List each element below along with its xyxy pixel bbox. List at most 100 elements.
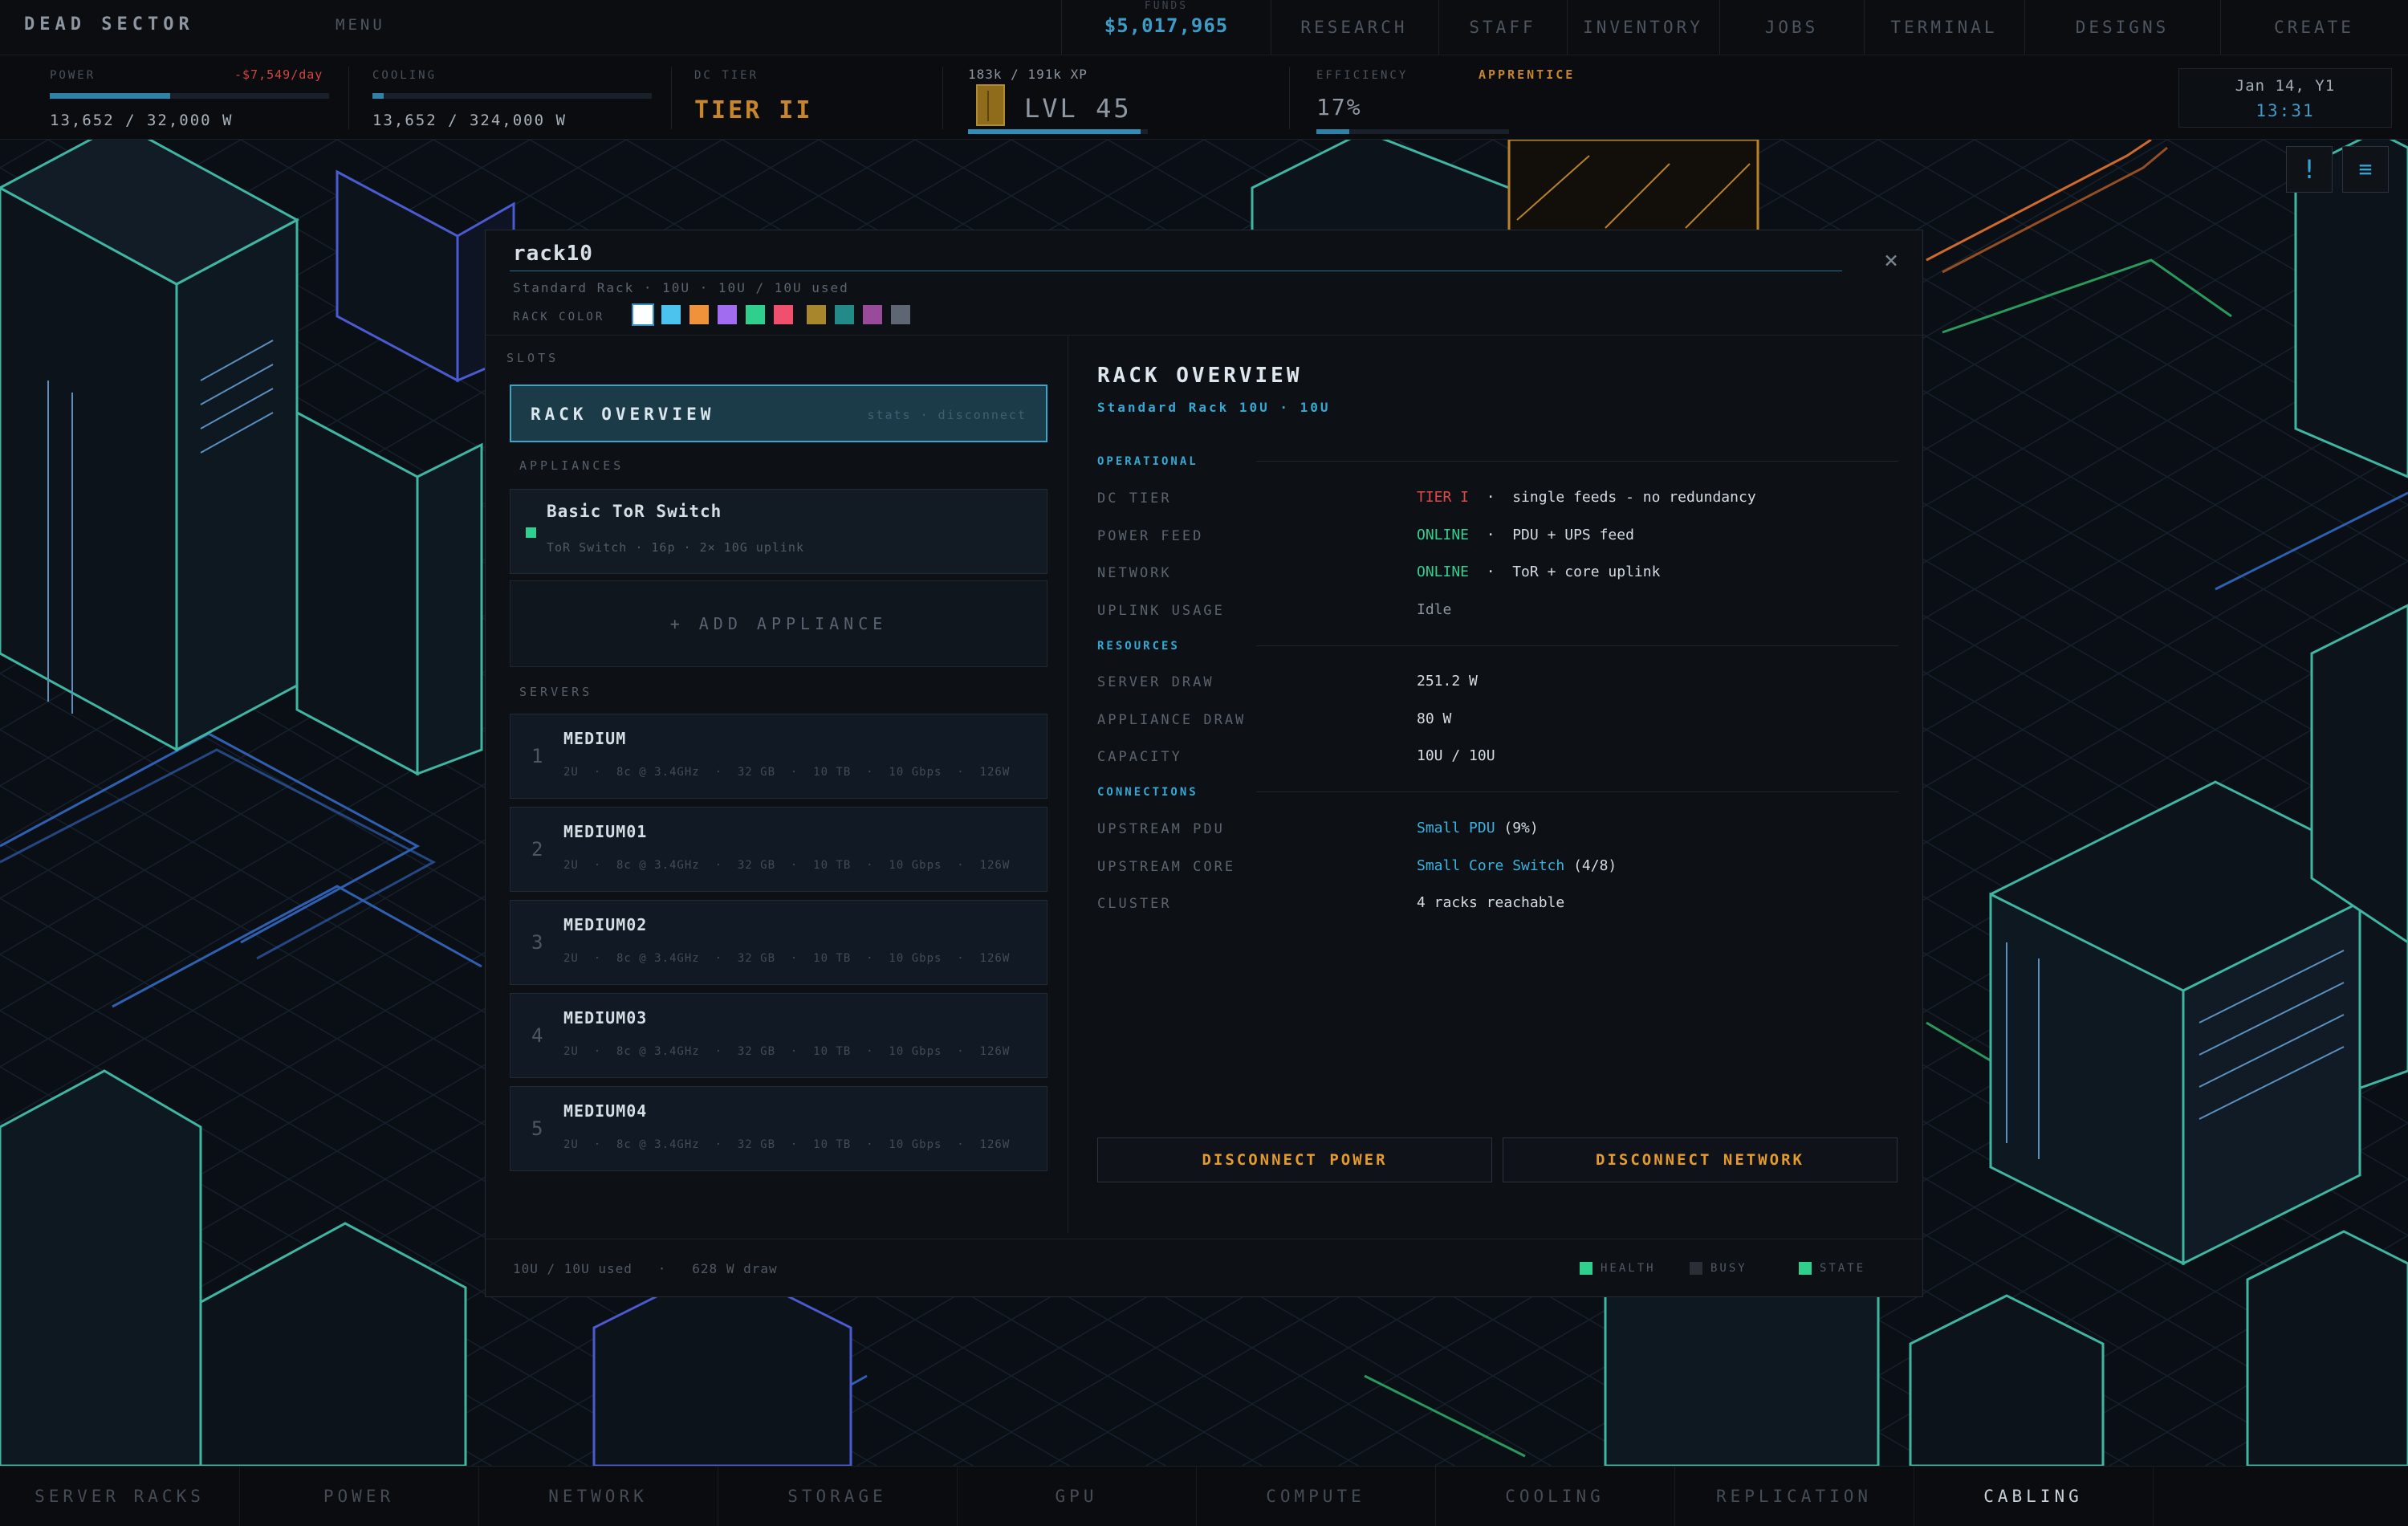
slot-number: 3 [531, 931, 543, 954]
server-slot[interactable]: 3 MEDIUM02 2U · 8c @ 3.4GHz · 32 GB · 10… [510, 900, 1047, 985]
power-feed-detail: · PDU + UPS feed [1469, 527, 1634, 543]
upstream-pdu-link[interactable]: Small PDU [1417, 820, 1495, 836]
nav-staff[interactable]: STAFF [1438, 0, 1568, 55]
uplink-usage-key: UPLINK USAGE [1097, 603, 1225, 619]
busy-legend-swatch [1690, 1262, 1702, 1275]
state-legend-swatch [1799, 1262, 1812, 1275]
tab-cabling[interactable]: CABLING [1914, 1467, 2154, 1526]
divider [348, 67, 349, 129]
rack-color-swatch[interactable] [835, 305, 854, 324]
rack-name-input[interactable]: rack10 [513, 242, 593, 266]
add-appliance-button[interactable]: + ADD APPLIANCE [510, 580, 1047, 667]
capacity-value: 10U / 10U [1417, 747, 1495, 764]
rack-color-swatch[interactable] [661, 305, 681, 324]
slot-number: 2 [531, 838, 543, 861]
power-cost-rate: -$7,549/day [234, 67, 323, 82]
upstream-core-detail: (4/8) [1564, 857, 1617, 874]
server-draw-key: SERVER DRAW [1097, 674, 1214, 690]
server-slot[interactable]: 4 MEDIUM03 2U · 8c @ 3.4GHz · 32 GB · 10… [510, 993, 1047, 1078]
menu-button[interactable]: MENU [336, 16, 385, 34]
funds-value: $5,017,965 [1104, 14, 1229, 37]
appliance-specs: ToR Switch · 16p · 2× 10G uplink [547, 540, 804, 555]
alert-icon: ! [2301, 154, 2317, 185]
dc-tier-label: DC TIER [694, 69, 759, 82]
divider [942, 67, 943, 129]
divider [486, 335, 1922, 336]
rack-color-swatch[interactable] [891, 305, 910, 324]
dc-tier-detail: · single feeds - no redundancy [1469, 489, 1756, 506]
upstream-pdu-detail: (9%) [1495, 820, 1539, 836]
dc-tier-status: TIER I [1417, 489, 1470, 506]
top-bar: DEAD SECTOR MENU FUNDS $5,017,965 RESEAR… [0, 0, 2408, 55]
tab-gpu[interactable]: GPU [957, 1467, 1197, 1526]
nav-terminal[interactable]: TERMINAL [1864, 0, 2025, 55]
disconnect-power-button[interactable]: DISCONNECT POWER [1097, 1137, 1492, 1182]
efficiency-value: 17% [1316, 94, 1362, 120]
rack-color-swatch[interactable] [863, 305, 882, 324]
nav-jobs[interactable]: JOBS [1719, 0, 1865, 55]
disconnect-network-button[interactable]: DISCONNECT NETWORK [1503, 1137, 1898, 1182]
nav-inventory[interactable]: INVENTORY [1567, 0, 1720, 55]
connections-section-label: CONNECTIONS [1097, 786, 1198, 799]
network-row-value: ONLINE · ToR + core uplink [1417, 564, 1660, 580]
close-icon[interactable]: × [1884, 246, 1898, 275]
servers-label: SERVERS [519, 685, 593, 699]
upstream-core-link[interactable]: Small Core Switch [1417, 857, 1564, 874]
busy-legend-label: BUSY [1710, 1262, 1747, 1275]
rack-color-swatch[interactable] [689, 305, 709, 324]
divider [1256, 791, 1898, 792]
upstream-pdu-key: UPSTREAM PDU [1097, 821, 1225, 837]
server-slot[interactable]: 5 MEDIUM04 2U · 8c @ 3.4GHz · 32 GB · 10… [510, 1086, 1047, 1171]
nav-create[interactable]: CREATE [2220, 0, 2408, 55]
slots-label: SLOTS [506, 351, 559, 365]
overview-subtitle: Standard Rack 10U · 10U [1097, 400, 1331, 415]
tab-compute[interactable]: COMPUTE [1196, 1467, 1436, 1526]
rack-color-swatch[interactable] [774, 305, 793, 324]
efficiency-rank: APPRENTICE [1479, 67, 1576, 82]
tab-storage[interactable]: STORAGE [718, 1467, 958, 1526]
level-badge-icon [976, 84, 1005, 126]
server-specs: 2U · 8c @ 3.4GHz · 32 GB · 10 TB · 10 Gb… [563, 859, 1011, 872]
game-date: Jan 14, Y1 [2235, 77, 2336, 95]
dc-tier-row-value: TIER I · single feeds - no redundancy [1417, 489, 1756, 506]
server-slot[interactable]: 2 MEDIUM01 2U · 8c @ 3.4GHz · 32 GB · 10… [510, 807, 1047, 892]
server-specs: 2U · 8c @ 3.4GHz · 32 GB · 10 TB · 10 Gb… [563, 1138, 1011, 1151]
appliance-draw-value: 80 W [1417, 710, 1452, 727]
server-name: MEDIUM [563, 729, 627, 748]
rack-overview-hint: stats · disconnect [867, 408, 1027, 422]
nav-designs[interactable]: DESIGNS [2024, 0, 2221, 55]
game-title: DEAD SECTOR [24, 14, 194, 35]
rack-color-swatch[interactable] [746, 305, 765, 324]
tab-replication[interactable]: REPLICATION [1674, 1467, 1914, 1526]
rack-color-swatch[interactable] [807, 305, 826, 324]
rack-color-swatch[interactable] [718, 305, 737, 324]
upstream-core-row-value: Small Core Switch (4/8) [1417, 857, 1617, 874]
tab-power[interactable]: POWER [239, 1467, 479, 1526]
power-bar [50, 93, 329, 99]
nav-research[interactable]: RESEARCH [1270, 0, 1439, 55]
server-name: MEDIUM03 [563, 1008, 648, 1028]
appliance-name: Basic ToR Switch [547, 502, 722, 521]
menu-list-button[interactable]: ≡ [2342, 146, 2389, 193]
upstream-pdu-row-value: Small PDU (9%) [1417, 820, 1539, 836]
server-specs: 2U · 8c @ 3.4GHz · 32 GB · 10 TB · 10 Gb… [563, 952, 1011, 965]
health-legend-label: HEALTH [1601, 1262, 1656, 1275]
slot-number: 1 [531, 745, 543, 767]
appliance-card[interactable]: Basic ToR Switch ToR Switch · 16p · 2× 1… [510, 489, 1047, 574]
stats-bar: POWER -$7,549/day 13,652 / 32,000 W COOL… [0, 55, 2408, 140]
server-draw-value: 251.2 W [1417, 673, 1478, 690]
capacity-key: CAPACITY [1097, 749, 1182, 765]
tab-cooling[interactable]: COOLING [1435, 1467, 1675, 1526]
server-slot[interactable]: 1 MEDIUM 2U · 8c @ 3.4GHz · 32 GB · 10 T… [510, 714, 1047, 799]
rack-usage-summary: 10U / 10U used · 628 W draw [513, 1261, 778, 1276]
rack-color-swatch[interactable] [632, 303, 654, 326]
cluster-value: 4 racks reachable [1417, 894, 1565, 911]
divider [671, 67, 672, 129]
network-status: ONLINE [1417, 564, 1470, 580]
rack-overview-button[interactable]: RACK OVERVIEW stats · disconnect [510, 385, 1047, 442]
tab-server-racks[interactable]: SERVER RACKS [0, 1467, 240, 1526]
appliance-draw-key: APPLIANCE DRAW [1097, 712, 1247, 728]
alert-button[interactable]: ! [2286, 146, 2333, 193]
tab-network[interactable]: NETWORK [478, 1467, 718, 1526]
level-value: LVL 45 [1024, 93, 1132, 124]
